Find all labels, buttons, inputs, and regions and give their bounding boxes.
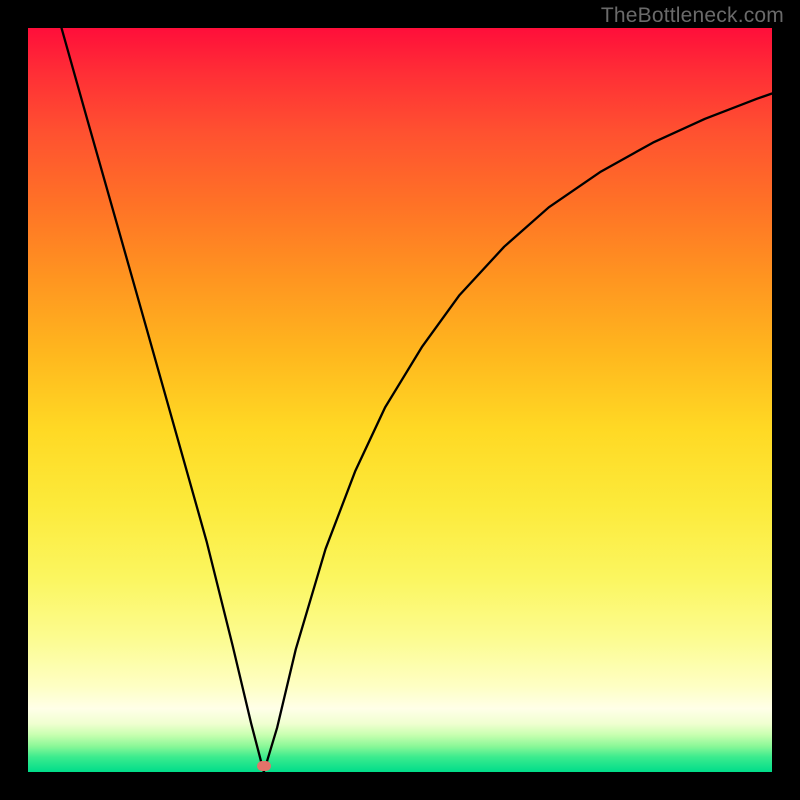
- bottleneck-curve: [28, 28, 772, 772]
- plot-area: [28, 28, 772, 772]
- chart-frame: TheBottleneck.com: [0, 0, 800, 800]
- watermark-text: TheBottleneck.com: [601, 4, 784, 28]
- minimum-marker-icon: [257, 761, 271, 771]
